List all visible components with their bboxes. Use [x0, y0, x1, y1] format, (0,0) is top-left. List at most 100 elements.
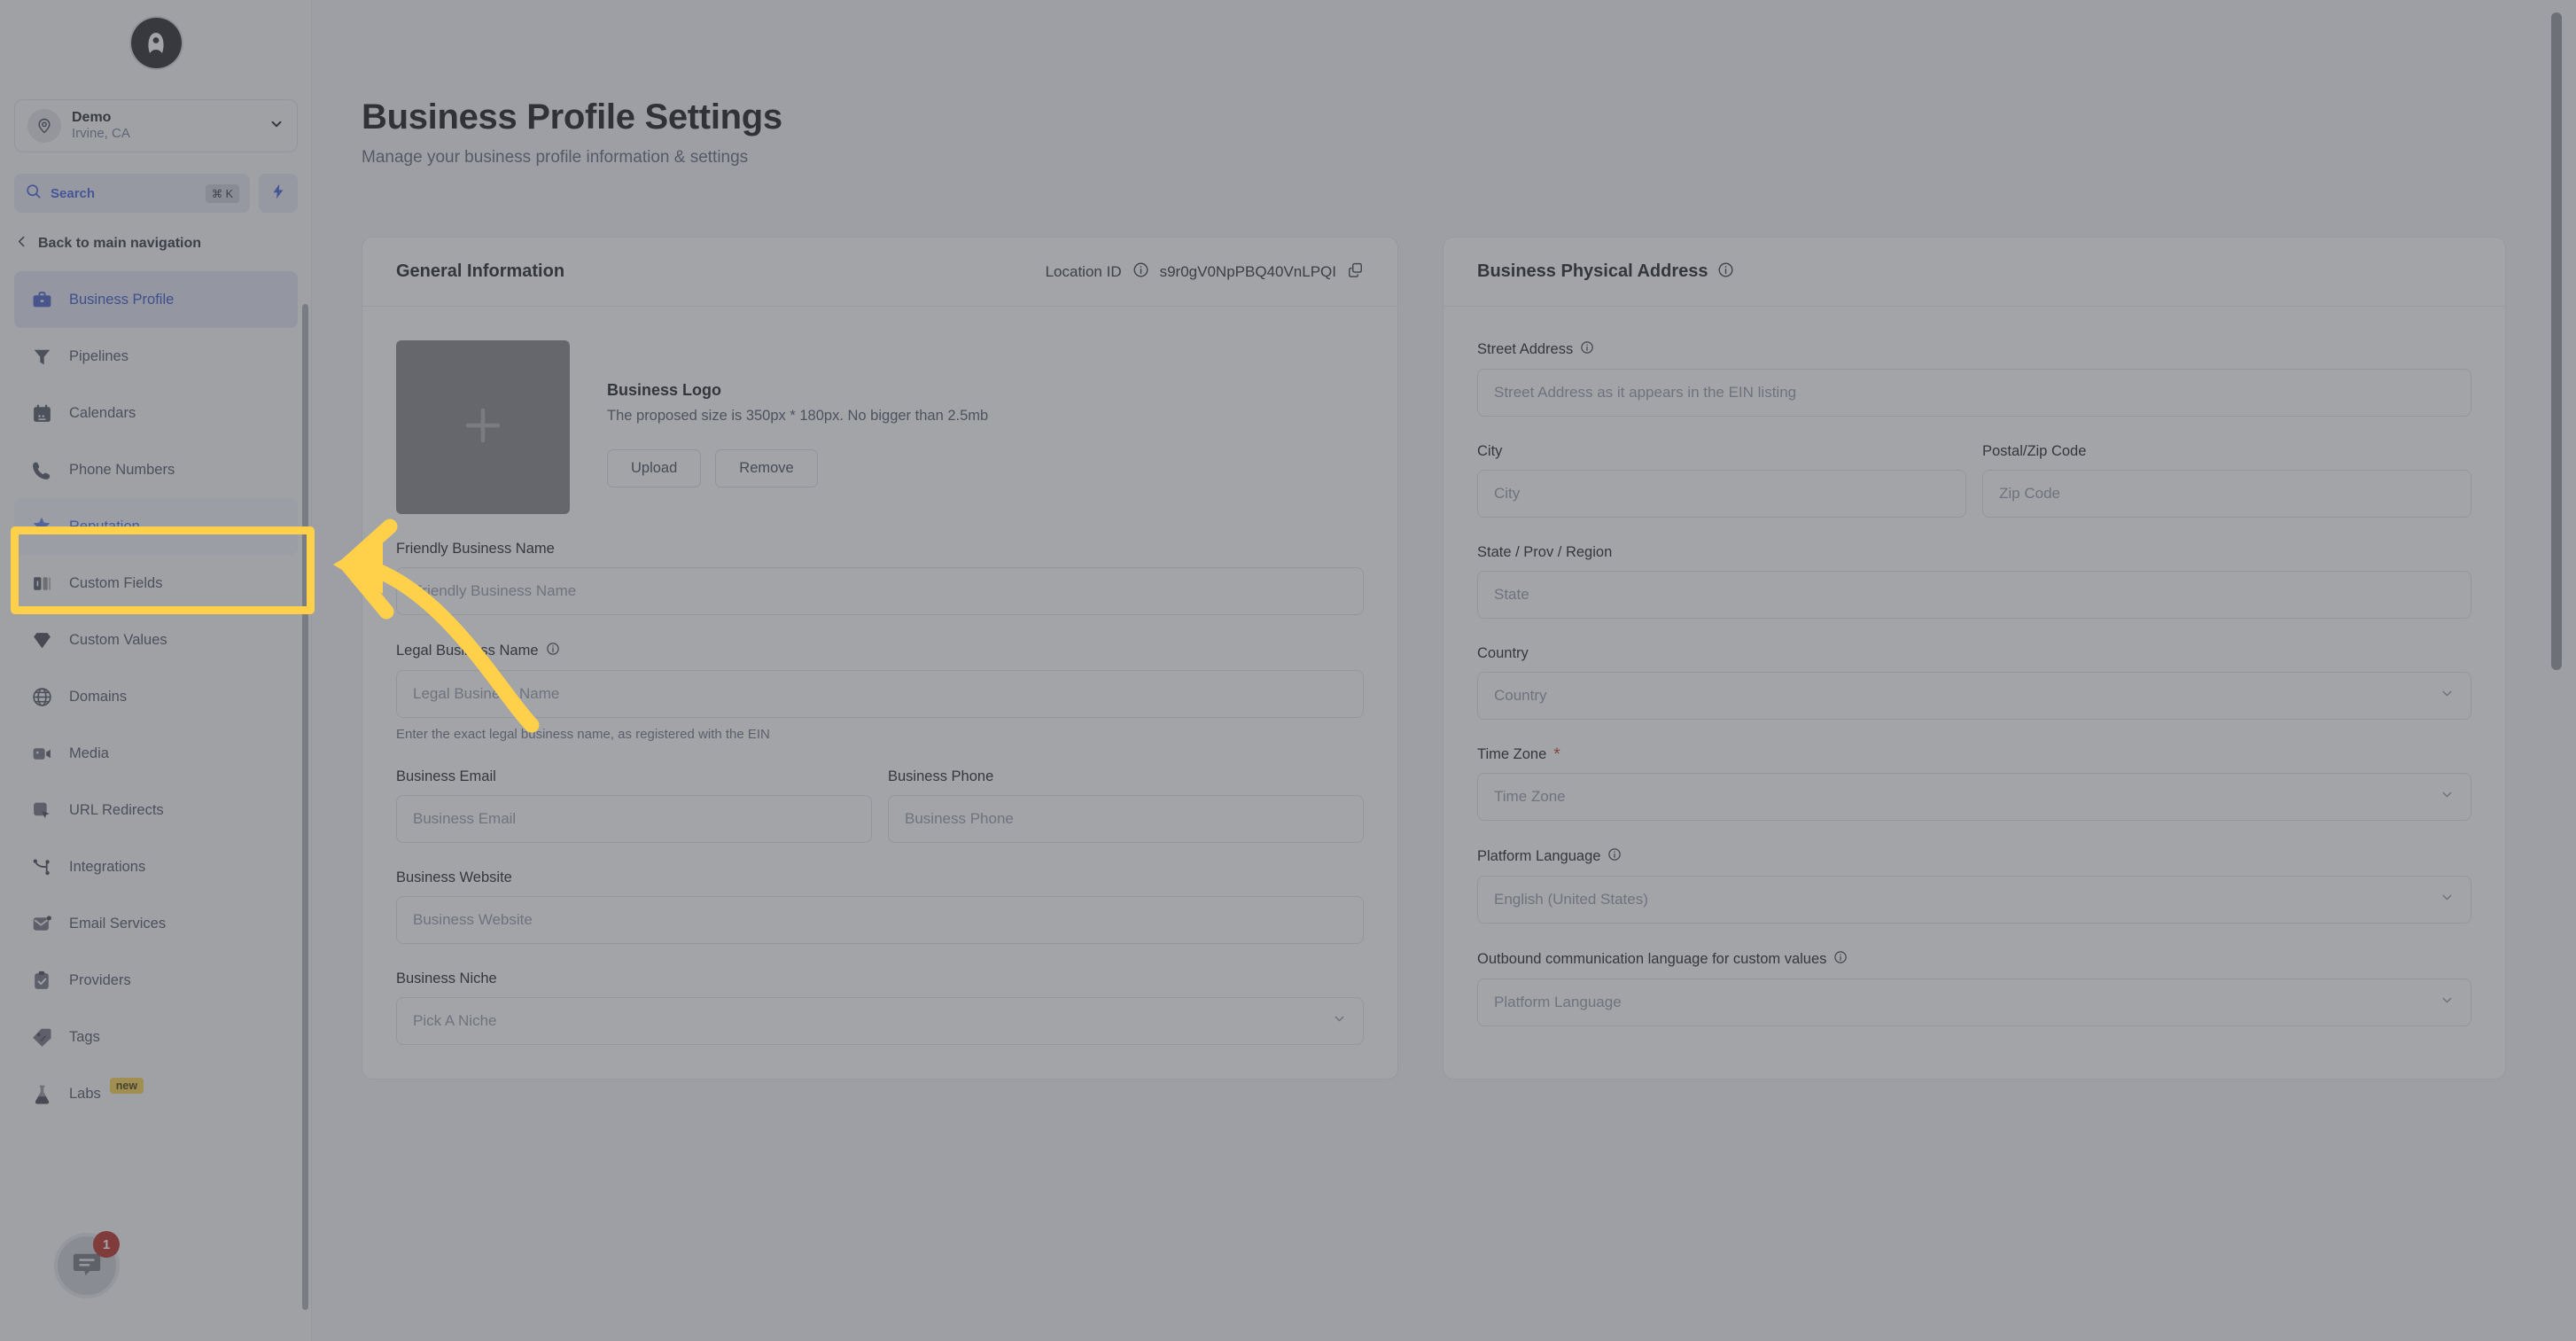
sidebar-item-pipelines[interactable]: Pipelines: [14, 328, 298, 385]
chat-support-button[interactable]: 1: [54, 1231, 120, 1298]
field-label: Business Niche: [396, 971, 1364, 987]
remove-button[interactable]: Remove: [715, 449, 818, 487]
copy-icon[interactable]: [1347, 261, 1364, 283]
star-sparkle-icon: [28, 513, 55, 540]
info-icon[interactable]: [546, 642, 560, 660]
chat-unread-badge: 1: [93, 1231, 120, 1258]
country-value: Country: [1494, 687, 1547, 704]
search-input[interactable]: Search ⌘ K: [14, 174, 250, 213]
field-row-city-postal: City City Postal/Zip Code Zip Code: [1477, 443, 2471, 518]
sidebar-item-custom-values[interactable]: Custom Values: [14, 612, 298, 668]
sidebar-item-url-redirects[interactable]: URL Redirects: [14, 782, 298, 838]
info-icon[interactable]: [1580, 340, 1594, 359]
field-business-phone: Business Phone Business Phone: [888, 768, 1364, 843]
street-address-input[interactable]: Street Address as it appears in the EIN …: [1477, 369, 2471, 417]
logo-upload-dropzone[interactable]: [396, 340, 570, 514]
info-icon[interactable]: [1607, 847, 1622, 866]
location-sub: Irvine, CA: [72, 126, 130, 142]
info-icon[interactable]: [1833, 950, 1848, 969]
sidebar-scrollbar[interactable]: [302, 304, 308, 1310]
search-icon: [25, 183, 42, 204]
platform-language-select[interactable]: English (United States): [1477, 876, 2471, 924]
plus-icon: [457, 400, 509, 456]
location-text: Demo Irvine, CA: [72, 110, 268, 142]
info-icon[interactable]: [1717, 261, 1734, 283]
main-scrollbar[interactable]: [2551, 12, 2562, 670]
field-state: State / Prov / Region State: [1477, 544, 2471, 619]
video-camera-icon: [28, 740, 55, 767]
location-name: Demo: [72, 110, 112, 126]
info-icon[interactable]: [1132, 261, 1149, 283]
field-row-email-phone: Business Email Business Email Business P…: [396, 768, 1364, 843]
sidebar-item-label: Domains: [69, 688, 128, 705]
business-logo-actions: Upload Remove: [607, 449, 988, 487]
field-friendly-business-name: Friendly Business Name Friendly Business…: [396, 541, 1364, 615]
field-label: Street Address: [1477, 340, 2471, 359]
chevron-left-icon: [14, 234, 29, 253]
sidebar-item-media[interactable]: Media: [14, 725, 298, 782]
time-zone-select[interactable]: Time Zone: [1477, 773, 2471, 821]
lightning-bolt-icon: [269, 182, 287, 206]
state-input[interactable]: State: [1477, 571, 2471, 619]
field-label: Platform Language: [1477, 847, 2471, 866]
location-id-label: Location ID: [1045, 262, 1122, 280]
business-phone-input[interactable]: Business Phone: [888, 795, 1364, 843]
legal-business-name-input[interactable]: Legal Business Name: [396, 670, 1364, 718]
sidebar-item-calendars[interactable]: Calendars: [14, 385, 298, 441]
field-label-text: Legal Business Name: [396, 643, 539, 659]
sidebar-item-integrations[interactable]: Integrations: [14, 838, 298, 895]
sidebar-item-custom-fields[interactable]: Custom Fields: [14, 555, 298, 612]
chevron-down-icon: [2440, 993, 2455, 1012]
tag-icon: [28, 1024, 55, 1050]
field-time-zone: Time Zone * Time Zone: [1477, 746, 2471, 821]
sidebar-item-reputation[interactable]: Reputation: [14, 498, 298, 555]
sidebar-item-label: Providers: [69, 971, 131, 988]
sidebar-item-domains[interactable]: Domains: [14, 668, 298, 725]
business-niche-select[interactable]: Pick A Niche: [396, 997, 1364, 1045]
search-shortcut: ⌘ K: [205, 183, 239, 203]
sidebar-item-providers[interactable]: Providers: [14, 952, 298, 1009]
calendar-icon: [28, 400, 55, 426]
friendly-business-name-input[interactable]: Friendly Business Name: [396, 567, 1364, 615]
postal-zip-input[interactable]: Zip Code: [1982, 470, 2471, 518]
business-logo-meta: Business Logo The proposed size is 350px…: [607, 340, 988, 487]
diamond-icon: [28, 627, 55, 653]
sidebar-item-phone-numbers[interactable]: Phone Numbers: [14, 441, 298, 498]
sidebar-item-label: Pipelines: [69, 347, 128, 364]
city-input[interactable]: City: [1477, 470, 1966, 518]
app-logo-icon[interactable]: [130, 18, 182, 68]
sidebar-item-label: URL Redirects: [69, 801, 164, 818]
business-website-input[interactable]: Business Website: [396, 896, 1364, 944]
sidebar-item-label: Business Profile: [69, 291, 175, 308]
field-label: Friendly Business Name: [396, 541, 1364, 557]
business-email-input[interactable]: Business Email: [396, 795, 872, 843]
business-physical-address-card: Business Physical Address Street Address: [1443, 237, 2506, 1080]
sidebar-nav-list: Business Profile Pipelines Calendars Pho…: [14, 271, 298, 1122]
field-label: Business Website: [396, 869, 1364, 886]
outbound-language-select[interactable]: Platform Language: [1477, 978, 2471, 1026]
quick-actions-button[interactable]: [259, 174, 298, 213]
sidebar-item-labs[interactable]: Labs new: [14, 1065, 298, 1122]
business-logo-block: Business Logo The proposed size is 350px…: [396, 340, 1364, 514]
sidebar-item-email-services[interactable]: Email Services: [14, 895, 298, 952]
field-business-email: Business Email Business Email: [396, 768, 872, 843]
sidebar-item-tags[interactable]: Tags: [14, 1009, 298, 1065]
address-card-title: Business Physical Address: [1477, 261, 1708, 281]
location-selector[interactable]: Demo Irvine, CA: [14, 99, 298, 152]
sidebar-item-label: Tags: [69, 1028, 100, 1045]
field-label-text: Business Phone: [888, 768, 994, 784]
field-business-niche: Business Niche Pick A Niche: [396, 971, 1364, 1045]
sidebar: Demo Irvine, CA Search ⌘ K Back to main …: [0, 0, 312, 1341]
app-root: Demo Irvine, CA Search ⌘ K Back to main …: [0, 0, 2576, 1341]
country-select[interactable]: Country: [1477, 672, 2471, 720]
field-legal-business-name: Legal Business Name Legal Business Name …: [396, 642, 1364, 742]
field-label-text: Time Zone: [1477, 746, 1547, 762]
upload-button[interactable]: Upload: [607, 449, 702, 487]
back-to-main-navigation[interactable]: Back to main navigation: [14, 229, 298, 259]
field-outbound-language: Outbound communication language for cust…: [1477, 950, 2471, 1026]
main-content: Business Profile Settings Manage your bu…: [312, 0, 2576, 1341]
chevron-down-icon: [2440, 787, 2455, 807]
page-title: Business Profile Settings: [362, 97, 782, 136]
sidebar-item-business-profile[interactable]: Business Profile: [14, 271, 298, 328]
general-information-card: General Information Location ID s9r0gV0N…: [362, 237, 1398, 1080]
